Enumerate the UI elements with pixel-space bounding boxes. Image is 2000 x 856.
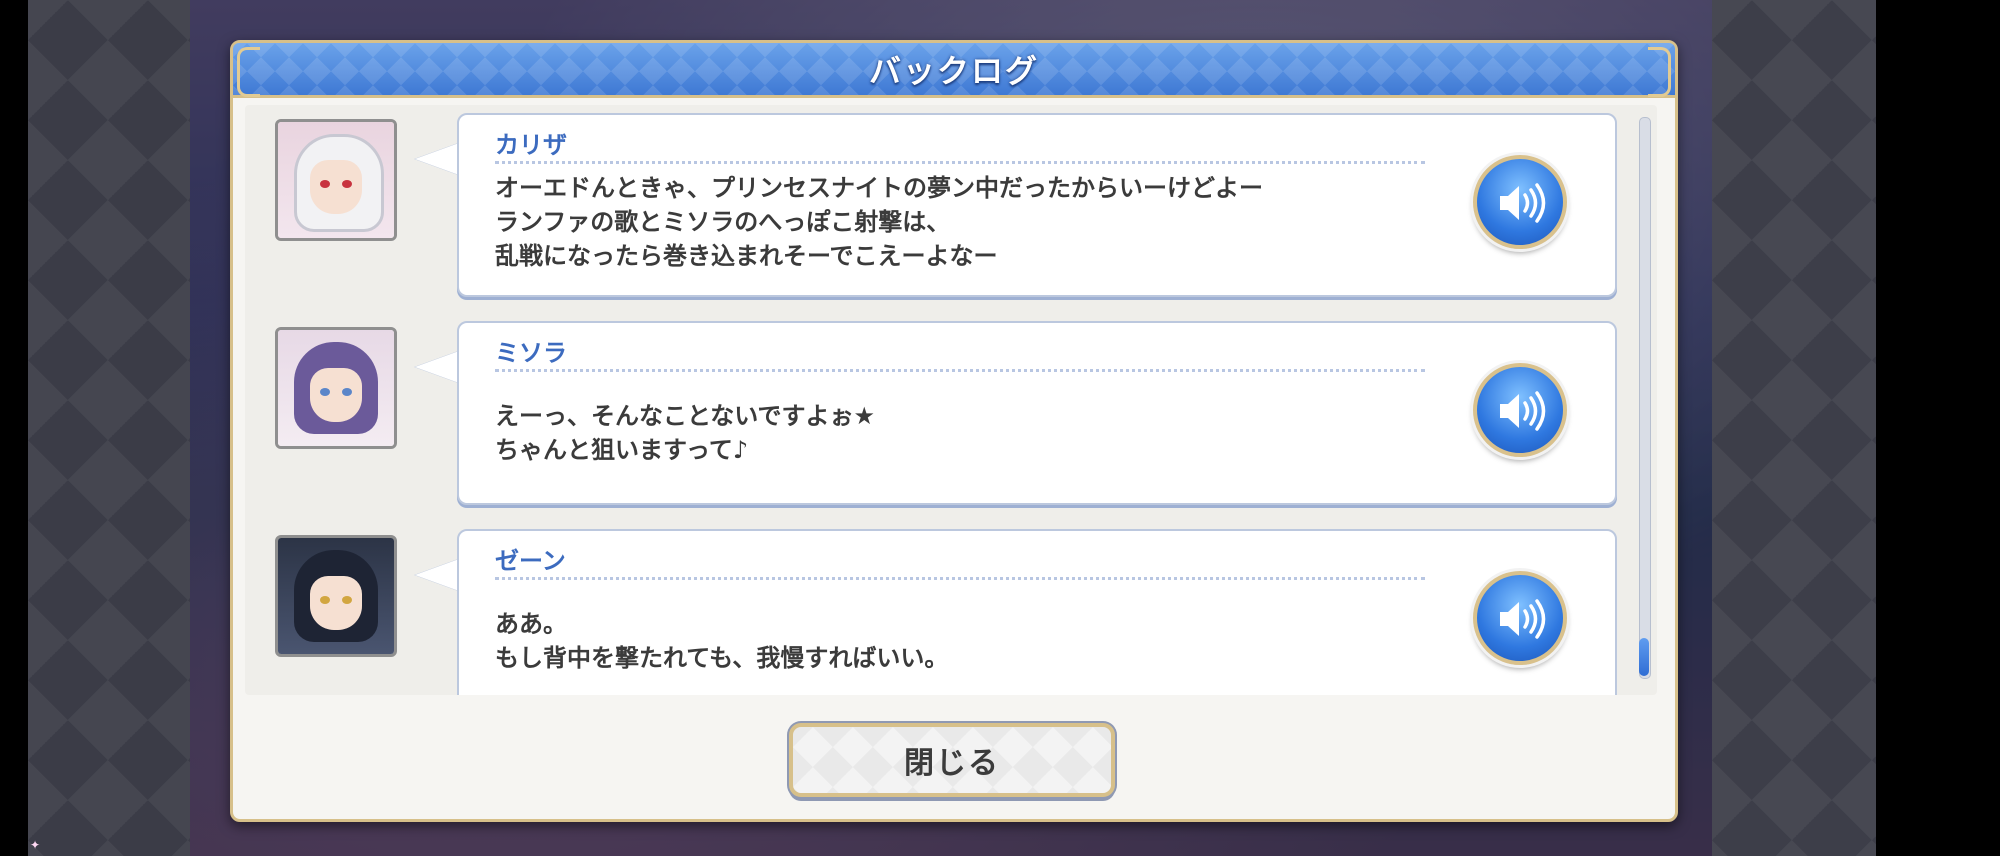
dialogue-text: ああ。 もし背中を撃たれても、我慢すればいい。 <box>495 607 1415 675</box>
backlog-scrollbar[interactable] <box>1639 117 1651 679</box>
dialogue-line: 乱戦になったら巻き込まれそーでこえーよなー <box>495 242 998 270</box>
bubble-tail <box>415 559 459 591</box>
dialogue-text: えーっ、そんなことないですよぉ★ ちゃんと狙いますって♪ <box>495 399 1415 467</box>
dialogue-line: ちゃんと狙いますって♪ <box>495 436 749 464</box>
close-button[interactable]: 閉じる <box>789 723 1115 797</box>
backlog-list[interactable]: カリザ オーエドんときゃ、プリンセスナイトの夢ン中だったからいーけどよー ランフ… <box>245 105 1657 695</box>
dialogue-line: ああ。 <box>495 610 567 638</box>
character-portrait <box>275 535 397 657</box>
dialogue-bubble: ミソラ えーっ、そんなことないですよぉ★ ちゃんと狙いますって♪ <box>457 321 1617 505</box>
speaker-volume-icon <box>1500 183 1546 223</box>
right-letterbox <box>1712 0 1876 856</box>
voice-play-button[interactable] <box>1473 155 1567 249</box>
close-button-label: 閉じる <box>904 746 1000 781</box>
speaker-volume-icon <box>1500 391 1546 431</box>
speaker-name: ミソラ <box>495 339 567 367</box>
dialogue-line: えーっ、そんなことないですよぉ★ <box>495 402 876 430</box>
speaker-divider <box>495 161 1425 164</box>
left-letterbox <box>28 0 190 856</box>
backlog-entry: カリザ オーエドんときゃ、プリンセスナイトの夢ン中だったからいーけどよー ランフ… <box>245 113 1625 303</box>
voice-play-button[interactable] <box>1473 571 1567 665</box>
sparkle-icon: ✦ <box>30 838 41 852</box>
speaker-divider <box>495 577 1425 580</box>
backlog-entry: ゼーン ああ。 もし背中を撃たれても、我慢すればいい。 <box>245 529 1625 695</box>
voice-play-button[interactable] <box>1473 363 1567 457</box>
bubble-tail <box>415 143 459 175</box>
dialogue-line: ランファの歌とミソラのへっぽこ射撃は、 <box>495 208 951 236</box>
dialogue-text: オーエドんときゃ、プリンセスナイトの夢ン中だったからいーけどよー ランファの歌と… <box>495 171 1415 273</box>
speaker-volume-icon <box>1500 599 1546 639</box>
dialog-title: バックログ <box>868 52 1039 90</box>
dialogue-bubble: ゼーン ああ。 もし背中を撃たれても、我慢すればいい。 <box>457 529 1617 695</box>
header-ornament-left <box>237 47 260 97</box>
backlog-dialog: バックログ カリザ オーエドんときゃ、プリンセスナイトの夢ン中だったからいーけど… <box>230 40 1678 822</box>
header-ornament-right <box>1648 47 1671 97</box>
dialogue-line: オーエドんときゃ、プリンセスナイトの夢ン中だったからいーけどよー <box>495 174 1263 202</box>
bubble-tail <box>415 351 459 383</box>
character-portrait <box>275 119 397 241</box>
speaker-name: カリザ <box>495 131 567 159</box>
dialog-header: バックログ <box>233 43 1675 98</box>
backlog-entry: ミソラ えーっ、そんなことないですよぉ★ ちゃんと狙いますって♪ <box>245 321 1625 511</box>
dialogue-line: もし背中を撃たれても、我慢すればいい。 <box>495 644 949 672</box>
scrollbar-thumb[interactable] <box>1639 638 1649 676</box>
dialogue-bubble: カリザ オーエドんときゃ、プリンセスナイトの夢ン中だったからいーけどよー ランフ… <box>457 113 1617 297</box>
speaker-name: ゼーン <box>495 547 566 575</box>
character-portrait <box>275 327 397 449</box>
speaker-divider <box>495 369 1425 372</box>
